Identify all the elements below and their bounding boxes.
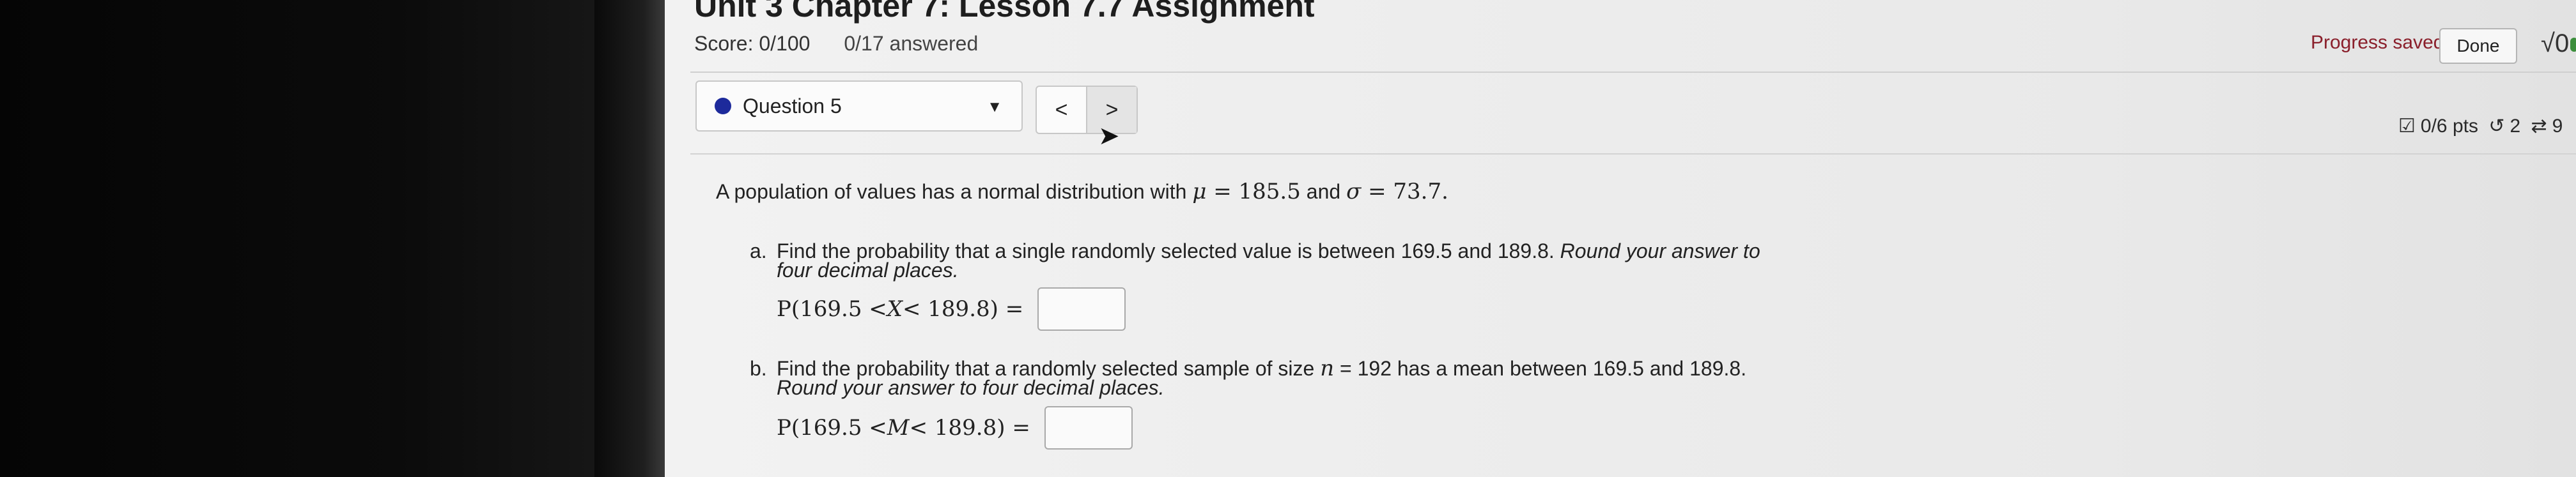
checkbox-icon: ☑ <box>2398 116 2416 137</box>
question-status-dot-icon <box>715 98 731 114</box>
sqrt-icon: √0 <box>2541 29 2570 57</box>
part-a-eq-prefix: P(169.5 < <box>777 296 887 322</box>
points-bar: ☑ 0/6 pts ↺ 2 ⇄ 9 <box>2398 115 2568 137</box>
answered-count: 0/17 answered <box>844 32 979 55</box>
part-a-equation: P(169.5 < X < 189.8) = <box>777 287 1126 331</box>
mu-value: = 185.5 <box>1206 179 1301 204</box>
retries-count: 2 <box>2510 116 2521 137</box>
retry-icon[interactable]: ↺ <box>2488 116 2504 137</box>
part-b-instruction: Round your answer to four decimal places… <box>777 376 1165 399</box>
status-dot-icon <box>2570 38 2576 52</box>
part-b-equation: P(169.5 < M < 189.8) = <box>777 406 1133 450</box>
part-a: a. Find the probability that a single ra… <box>750 241 1773 280</box>
part-b-text: Find the probability that a randomly sel… <box>777 356 1773 399</box>
part-b-eq-suffix: < 189.8) = <box>909 415 1030 441</box>
score-text: Score: 0/100 <box>694 32 811 55</box>
part-a-text: Find the probability that a single rando… <box>777 241 1773 280</box>
part-b-question-end: = 192 has a mean between 169.5 and 189.8… <box>1334 357 1747 380</box>
assignment-title: Unit 3 Chapter 7: Lesson 7.7 Assignment <box>694 0 1315 24</box>
intro-text: A population of values has a normal dist… <box>716 180 1193 203</box>
part-a-letter: a. <box>750 239 767 262</box>
assignment-page: Unit 3 Chapter 7: Lesson 7.7 Assignment … <box>665 0 2576 477</box>
screen-bezel-edge <box>594 0 665 477</box>
screen-bezel <box>0 0 665 477</box>
mu-symbol: μ <box>1192 179 1207 204</box>
score-line: Score: 0/100 0/17 answered <box>694 32 978 56</box>
caret-down-icon: ▼ <box>987 98 1002 116</box>
progress-saved-status: Progress saved <box>2311 32 2444 53</box>
done-button[interactable]: Done <box>2439 28 2517 64</box>
sigma-value: = 73.7. <box>1361 179 1448 204</box>
previous-question-button[interactable]: < <box>1037 87 1086 133</box>
header-divider <box>690 72 2576 73</box>
attempts-count: 9 <box>2552 116 2563 137</box>
question-divider <box>690 153 2576 155</box>
part-a-eq-suffix: < 189.8) = <box>903 296 1024 322</box>
and-word: and <box>1300 180 1347 203</box>
question-nav: < > <box>1036 86 1138 134</box>
points-text: 0/6 pts <box>2420 116 2478 137</box>
attempts-icon: ⇄ <box>2531 116 2547 137</box>
part-b-eq-var: M <box>887 415 910 441</box>
part-b: b. Find the probability that a randomly … <box>750 356 1773 399</box>
question-selector-label: Question 5 <box>743 94 842 117</box>
sigma-symbol: σ <box>1346 179 1362 204</box>
part-a-eq-var: X <box>887 296 903 322</box>
question-intro: A population of values has a normal dist… <box>716 179 1448 204</box>
question-selector[interactable]: Question 5 ▼ <box>695 80 1023 132</box>
part-b-answer-input[interactable] <box>1044 406 1133 450</box>
math-tool-button[interactable]: √0 <box>2541 29 2576 58</box>
part-b-eq-prefix: P(169.5 < <box>777 415 887 441</box>
mouse-cursor-icon: ➤ <box>1098 122 1120 150</box>
part-b-letter: b. <box>750 357 767 380</box>
part-a-answer-input[interactable] <box>1037 287 1126 331</box>
n-symbol: n <box>1320 356 1335 381</box>
